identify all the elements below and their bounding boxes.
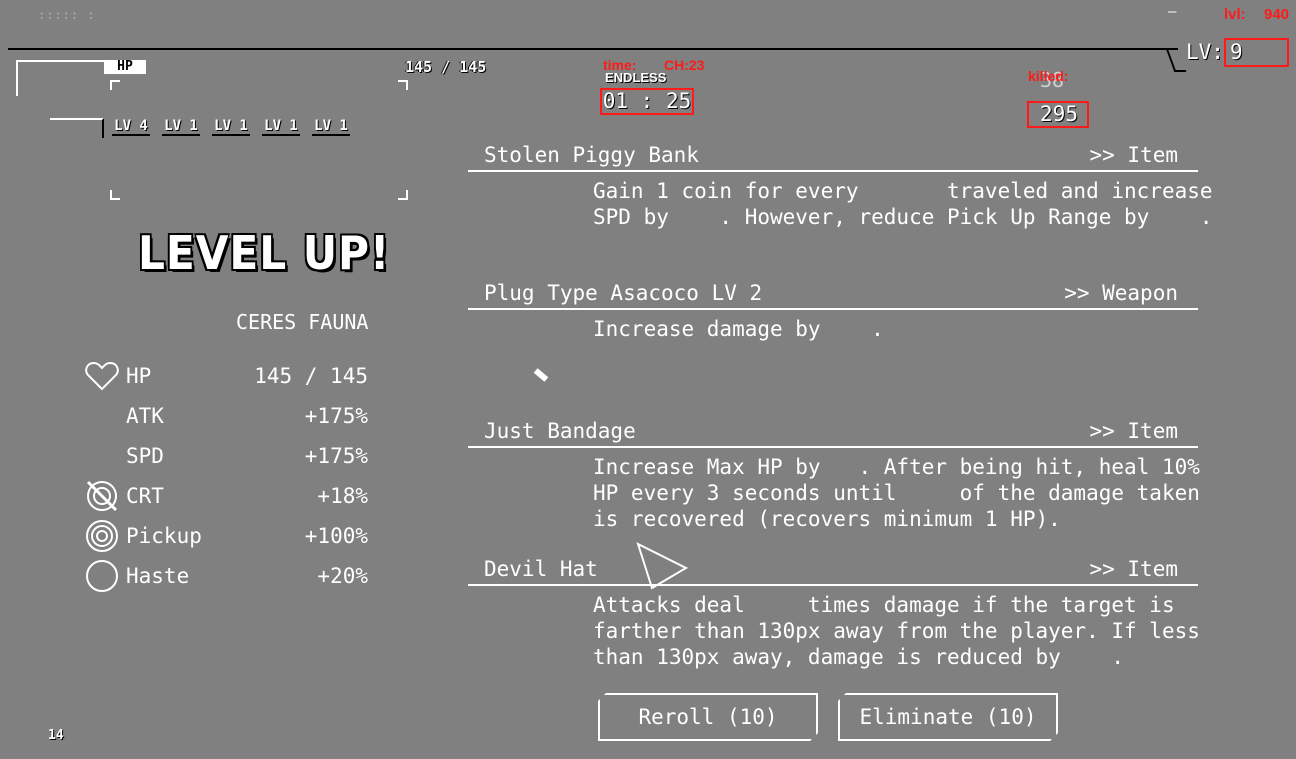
- pickup-rings-icon: [84, 518, 120, 554]
- choice-type: >> Item: [1089, 557, 1178, 581]
- footer-number: 14: [48, 728, 64, 743]
- top-dash: —: [1168, 4, 1177, 20]
- weapon-slot: LV 1: [262, 118, 300, 136]
- choice-description: Attacks deal times damage if the target …: [593, 593, 1200, 669]
- choice-type: >> Item: [1089, 143, 1178, 167]
- choice-card[interactable]: Just Bandage >> Item Increase Max HP by …: [468, 416, 1200, 554]
- eliminate-button[interactable]: Eliminate (10): [838, 693, 1058, 741]
- choice-type: >> Item: [1089, 419, 1178, 443]
- weapon-slot: LV 4: [112, 118, 150, 136]
- stat-row-spd: SPD +175%: [84, 436, 368, 476]
- stat-row-atk: ATK +175%: [84, 396, 368, 436]
- stat-label: HP: [126, 364, 152, 388]
- choice-description: Increase Max HP by . After being hit, he…: [593, 455, 1200, 531]
- debug-lvl-value: 940: [1264, 6, 1290, 23]
- stat-value: 145 / 145: [254, 364, 368, 388]
- upgrade-choices: Stolen Piggy Bank >> Item Gain 1 coin fo…: [468, 140, 1213, 692]
- choice-name: Stolen Piggy Bank: [484, 143, 699, 167]
- heart-icon: [84, 358, 120, 394]
- choice-name: Devil Hat: [484, 557, 598, 581]
- stat-row-pickup: Pickup +100%: [84, 516, 368, 556]
- stat-value: +175%: [304, 404, 368, 428]
- frame-corner-tl: [110, 80, 120, 90]
- stat-value: +100%: [304, 524, 368, 548]
- character-name: CERES FAUNA: [236, 310, 369, 334]
- stat-label: ATK: [126, 404, 164, 428]
- cursor-icon: [634, 542, 690, 596]
- stat-row-hp: HP 145 / 145: [84, 356, 368, 396]
- level-up-title: LEVEL UP!: [138, 226, 391, 280]
- stat-label: SPD: [126, 444, 164, 468]
- hud-top-line: [8, 48, 1178, 50]
- hp-tag: HP: [104, 60, 146, 74]
- frame-corner-br: [398, 190, 408, 200]
- timer: 01 : 25: [602, 89, 692, 113]
- choice-card[interactable]: Plug Type Asacoco LV 2 >> Weapon Increas…: [468, 278, 1198, 416]
- reroll-button[interactable]: Reroll (10): [598, 693, 818, 741]
- choice-type: >> Weapon: [1064, 281, 1178, 305]
- weapon-slots: LV 4 LV 1 LV 1 LV 1 LV 1: [112, 118, 350, 136]
- stat-label: Pickup: [126, 524, 202, 548]
- choice-card[interactable]: Stolen Piggy Bank >> Item Gain 1 coin fo…: [468, 140, 1213, 278]
- frame-corner-bl: [110, 190, 120, 200]
- hp-bar-frame: [16, 60, 108, 96]
- haste-circle-icon: [84, 558, 120, 594]
- stat-value: +20%: [317, 564, 368, 588]
- frame-corner-tr: [398, 80, 408, 90]
- choice-card[interactable]: Devil Hat >> Item Attacks deal times dam…: [468, 554, 1200, 692]
- stat-row-crt: CRT +18%: [84, 476, 368, 516]
- debug-ch-label: CH:23: [664, 57, 705, 73]
- stat-label: CRT: [126, 484, 164, 508]
- kill-count: 295: [1040, 102, 1078, 126]
- choice-name: Just Bandage: [484, 419, 636, 443]
- debug-lvl-label: lvl:: [1224, 6, 1246, 23]
- crit-target-icon: [84, 478, 120, 514]
- weapon-slot: LV 1: [162, 118, 200, 136]
- hud-top-line-corner: [1165, 48, 1187, 72]
- weapon-slot: LV 1: [312, 118, 350, 136]
- stat-row-haste: Haste +20%: [84, 556, 368, 596]
- hp-counter: 145 / 145: [405, 58, 487, 76]
- lv-value: 9: [1230, 40, 1243, 64]
- stats-list: HP 145 / 145 ATK +175% SPD +175% CRT +18…: [84, 356, 368, 596]
- stat-value: +18%: [317, 484, 368, 508]
- choice-description: Increase damage by .: [593, 317, 884, 341]
- debug-killed-label: killed:: [1028, 68, 1069, 84]
- stat-label: Haste: [126, 564, 190, 588]
- choice-name: Plug Type Asacoco LV 2: [484, 281, 763, 305]
- choice-description: Gain 1 coin for every traveled and incre…: [593, 179, 1213, 229]
- weapon-slot: LV 1: [212, 118, 250, 136]
- stat-value: +175%: [304, 444, 368, 468]
- lv-label: LV:: [1186, 40, 1224, 64]
- mode-label: ENDLESS: [605, 70, 667, 85]
- faded-top-label: ::::: :: [38, 8, 96, 22]
- weapon-row-line: [50, 118, 104, 138]
